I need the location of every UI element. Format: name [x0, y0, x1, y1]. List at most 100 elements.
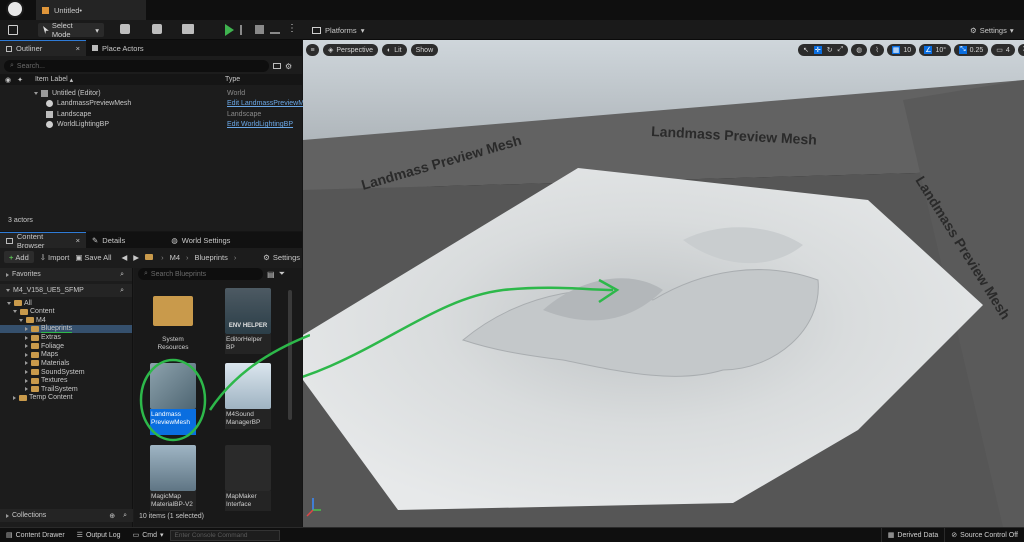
close-icon[interactable]: × — [76, 236, 80, 245]
grid-snap[interactable]: ▦ 10 — [886, 44, 917, 56]
outliner-row[interactable]: Landscape Landscape — [0, 109, 302, 120]
folder-add-icon[interactable] — [273, 63, 281, 69]
tree-item[interactable]: TrailSystem — [0, 385, 132, 394]
asset-tile[interactable]: MagicMap MaterialBP-V2 — [150, 445, 196, 511]
viewport-toolbar-right: ↖ ✛ ↻ ⤢ ◍ ⌇ ▦10 ∠10° ⤡0.25 ▭4 ⛶ — [798, 44, 1024, 56]
perspective-button[interactable]: ◈ Perspective — [323, 44, 378, 56]
outliner-header: ◉ ✦ Item Label ▴ Type — [0, 74, 302, 85]
expand-icon — [25, 387, 28, 392]
level-tab[interactable]: Untitled• — [36, 0, 146, 20]
outliner-row[interactable]: Untitled (Editor) World — [0, 88, 302, 99]
level-viewport[interactable]: Landmass Preview Mesh Landmass Preview M… — [303, 40, 1024, 527]
save-all-button[interactable]: ▣ Save All — [75, 253, 111, 262]
add-actor-icon[interactable] — [120, 24, 130, 34]
outliner-search-input[interactable]: ⌕ Search... — [4, 60, 269, 72]
tree-item[interactable]: Content — [0, 308, 132, 317]
asset-tile[interactable]: System Resources — [150, 288, 196, 354]
add-button[interactable]: + Add — [4, 251, 34, 263]
add-collection-icon[interactable]: ⊕ — [109, 512, 115, 520]
select-mode-button[interactable]: Select Mode ▾ — [38, 21, 104, 39]
tree-item[interactable]: Temp Content — [0, 394, 132, 403]
eye-icon[interactable]: ◉ — [5, 76, 11, 84]
forward-icon[interactable]: ▶ — [133, 253, 139, 262]
viewport-scene: Landmass Preview Mesh Landmass Preview M… — [303, 40, 1024, 527]
folder-tree: All Content M4 Blueprints Extras Foliage… — [0, 299, 132, 402]
lit-button[interactable]: ◐ Lit — [381, 44, 407, 56]
rotate-icon[interactable]: ↻ — [827, 46, 833, 54]
cinematics-icon[interactable] — [182, 24, 194, 34]
tree-item[interactable]: SoundSystem — [0, 368, 132, 377]
favorites-header[interactable]: Favorites ⌕ — [0, 268, 132, 281]
surface-snap-toggle[interactable]: ⌇ — [870, 44, 884, 56]
close-icon[interactable]: × — [76, 44, 80, 53]
cb-settings-button[interactable]: ⚙ Settings — [263, 253, 300, 262]
folder-icon — [31, 386, 39, 393]
save-search-icon[interactable]: ▤ — [267, 270, 275, 279]
stop-button[interactable] — [255, 25, 264, 34]
scale-icon[interactable]: ⤢ — [838, 46, 844, 54]
unreal-logo-icon[interactable] — [6, 0, 24, 18]
column-item-label[interactable]: Item Label — [35, 76, 68, 83]
tab-world-settings[interactable]: ◍ World Settings — [165, 232, 236, 248]
viewport-menu-button[interactable]: ≡ — [306, 44, 319, 56]
show-button[interactable]: Show — [410, 44, 439, 56]
project-header[interactable]: M4_V158_UE5_SFMP ⌕ — [0, 284, 132, 297]
search-icon[interactable]: ⌕ — [120, 287, 124, 295]
search-icon[interactable]: ⌕ — [123, 512, 127, 520]
tree-item[interactable]: Extras — [0, 333, 132, 342]
transform-tools[interactable]: ↖ ✛ ↻ ⤢ — [798, 44, 849, 56]
more-options-icon[interactable]: ⋮ — [287, 23, 297, 34]
derived-data-button[interactable]: ▦ Derived Data — [880, 527, 944, 542]
search-icon[interactable]: ⌕ — [120, 271, 124, 279]
console-input[interactable]: Enter Console Command — [169, 529, 280, 541]
save-icon[interactable] — [8, 25, 18, 35]
expand-icon — [13, 395, 16, 400]
tab-details[interactable]: ✎ Details — [86, 232, 131, 248]
collections-header[interactable]: Collections ⊕ ⌕ — [0, 509, 133, 522]
back-icon[interactable]: ◀ — [122, 253, 128, 262]
tree-item[interactable]: Maps — [0, 351, 132, 360]
tree-item[interactable]: Foliage — [0, 342, 132, 351]
filter-icon[interactable]: ⏷ — [279, 269, 285, 279]
asset-search-input[interactable]: ⌕ Search Blueprints — [138, 268, 263, 280]
folder-icon — [31, 351, 39, 358]
expand-icon — [25, 361, 28, 366]
tree-item[interactable]: M4 — [0, 316, 132, 325]
expand-icon[interactable] — [34, 91, 38, 95]
gear-icon[interactable]: ⚙ — [285, 62, 292, 71]
outliner-row[interactable]: LandmassPreviewMesh Edit LandmassPreview… — [0, 99, 304, 110]
folder-icon — [31, 377, 39, 384]
scale-snap[interactable]: ⤡ 0.25 — [954, 44, 989, 56]
maximize-viewport[interactable]: ⛶ — [1017, 44, 1024, 56]
column-type[interactable]: Type — [225, 76, 240, 83]
import-button[interactable]: ⇩ Import — [40, 253, 70, 262]
tree-item-selected[interactable]: Blueprints — [0, 324, 132, 334]
content-drawer-button[interactable]: ▤ Content Drawer — [0, 528, 71, 542]
tab-place-actors[interactable]: Place Actors — [86, 40, 150, 56]
blueprint-icon[interactable] — [152, 24, 162, 34]
breadcrumb-blueprints[interactable]: Blueprints — [195, 253, 228, 262]
breadcrumb-m4[interactable]: M4 — [170, 253, 180, 262]
platforms-menu[interactable]: Platforms ▾ — [312, 23, 364, 37]
pin-icon[interactable]: ✦ — [17, 76, 23, 84]
camera-speed[interactable]: ▭ 4 — [991, 44, 1015, 56]
tab-content-browser[interactable]: Content Browser × — [0, 232, 86, 250]
tree-item[interactable]: All — [0, 299, 132, 308]
play-button[interactable] — [225, 24, 234, 36]
output-log-button[interactable]: ☰ Output Log — [71, 528, 127, 542]
eject-button[interactable] — [270, 25, 280, 34]
tree-item[interactable]: Textures — [0, 376, 132, 385]
asset-tile[interactable]: MapMaker Interface — [225, 445, 271, 511]
source-control-button[interactable]: ⊘ Source Control Off — [944, 527, 1024, 542]
rotation-snap[interactable]: ∠ 10° — [919, 44, 952, 56]
tab-outliner[interactable]: Outliner × — [0, 40, 86, 56]
step-button[interactable] — [240, 25, 248, 35]
outliner-row[interactable]: WorldLightingBP Edit WorldLightingBP — [0, 120, 302, 131]
tree-item[interactable]: Materials — [0, 359, 132, 368]
settings-menu[interactable]: ⚙ Settings ▾ — [970, 23, 1014, 37]
translate-icon[interactable]: ✛ — [813, 46, 822, 54]
cmd-button[interactable]: ▭ Cmd ▾ — [127, 528, 170, 542]
world-local-toggle[interactable]: ◍ — [851, 44, 868, 56]
folder-icon — [31, 343, 39, 350]
select-icon[interactable]: ↖ — [803, 46, 809, 54]
